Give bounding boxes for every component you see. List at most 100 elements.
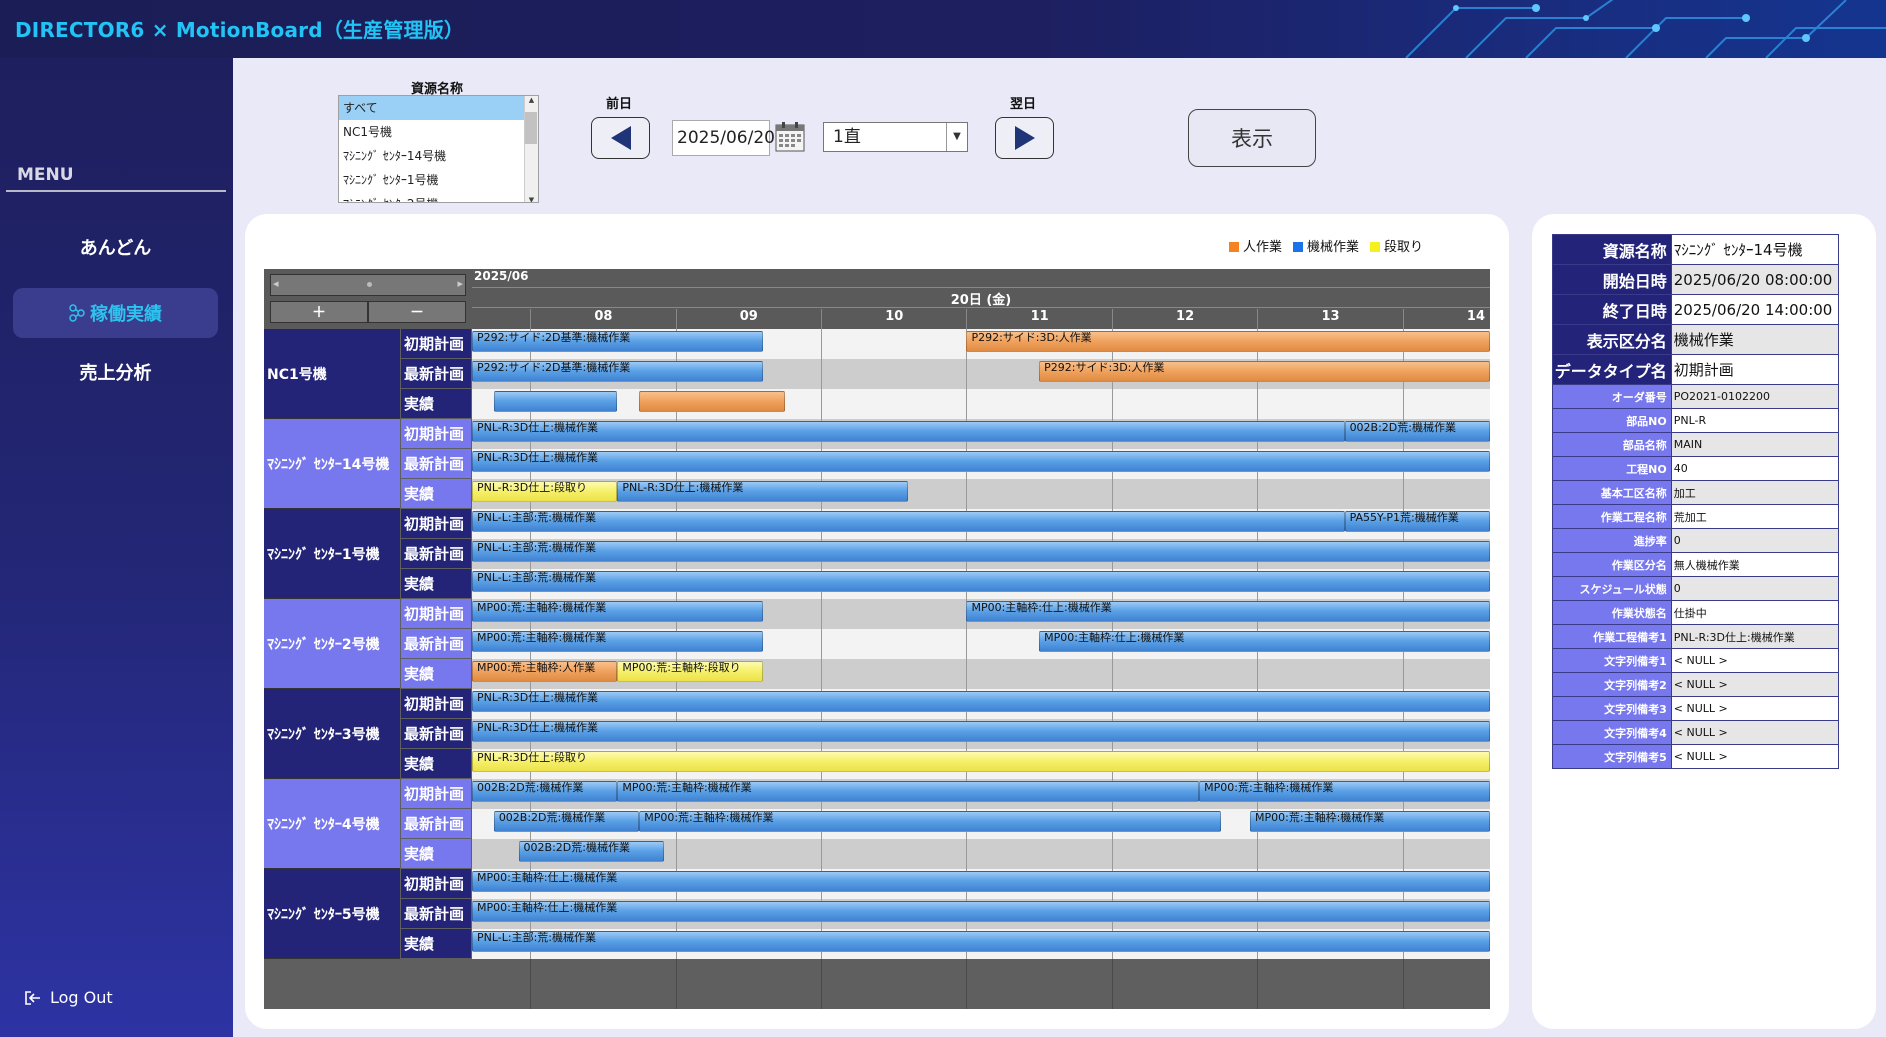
resource-option[interactable]: ﾏｼﾆﾝｸﾞ ｾﾝﾀｰ1号機 bbox=[339, 168, 538, 192]
hour-label: 09 bbox=[739, 309, 758, 324]
row-type-label: 実績 bbox=[401, 479, 471, 508]
detail-row: 開始日時 2025/06/20 08:00:00 bbox=[1552, 264, 1840, 295]
gantt-bar[interactable]: MP00:主軸枠:仕上:機械作業 bbox=[472, 871, 1490, 892]
next-day-button[interactable] bbox=[995, 117, 1054, 159]
gantt-bar[interactable]: MP00:荒:主軸枠:機械作業 bbox=[617, 781, 1200, 802]
detail-key: 部品名称 bbox=[1552, 432, 1672, 457]
gantt-bar[interactable]: 002B:2D荒:機械作業 bbox=[472, 781, 618, 802]
resource-listbox[interactable]: すべて NC1号機 ﾏｼﾆﾝｸﾞ ｾﾝﾀｰ14号機 ﾏｼﾆﾝｸﾞ ｾﾝﾀｰ1号機… bbox=[338, 95, 539, 203]
detail-key: 文字列備考1 bbox=[1552, 648, 1672, 673]
gantt-bar[interactable]: PNL-L:主部:荒:機械作業 bbox=[472, 541, 1490, 562]
detail-key: スケジュール状態 bbox=[1552, 576, 1672, 601]
gantt-bar[interactable]: P292:サイド:2D基準:機械作業 bbox=[472, 361, 763, 382]
detail-row: 基本工区名称 加工 bbox=[1552, 480, 1840, 505]
scroll-thumb[interactable] bbox=[367, 282, 372, 287]
hour-separator bbox=[821, 309, 823, 329]
sidebar-item-andon[interactable]: あんどん bbox=[13, 222, 218, 272]
detail-row: 工程NO 40 bbox=[1552, 456, 1840, 481]
resource-label[interactable]: ﾏｼﾆﾝｸﾞ ｾﾝﾀｰ4号機 bbox=[264, 779, 400, 869]
gantt-bar[interactable]: MP00:荒:主軸枠:人作業 bbox=[472, 661, 618, 682]
menu-divider bbox=[6, 190, 226, 192]
gantt-bar[interactable] bbox=[639, 391, 785, 412]
gantt-bar[interactable]: PNL-R:3D仕上:機械作業 bbox=[472, 691, 1490, 712]
listbox-scrollbar[interactable]: ▲ ▼ bbox=[524, 96, 538, 202]
detail-value: 0 bbox=[1670, 576, 1840, 601]
gantt-bar[interactable]: MP00:荒:主軸枠:機械作業 bbox=[1250, 811, 1490, 832]
scroll-down-icon[interactable]: ▼ bbox=[525, 196, 538, 202]
gantt-bar[interactable]: 002B:2D荒:機械作業 bbox=[493, 811, 640, 832]
hour-separator bbox=[675, 309, 677, 329]
gantt-bar[interactable]: PNL-L:主部:荒:機械作業 bbox=[472, 571, 1490, 592]
gantt-bar[interactable]: PNL-R:3D仕上:機械作業 bbox=[472, 721, 1490, 742]
sidebar-item-sales-analysis[interactable]: 売上分析 bbox=[13, 347, 218, 397]
gantt-bar[interactable]: MP00:荒:主軸枠:段取り bbox=[617, 661, 763, 682]
grid-line bbox=[821, 959, 823, 1009]
gantt-bar[interactable]: PNL-L:主部:荒:機械作業 bbox=[472, 931, 1490, 952]
legend-label: 段取り bbox=[1384, 240, 1424, 255]
gantt-bar[interactable]: MP00:主軸枠:仕上:機械作業 bbox=[472, 901, 1490, 922]
detail-key: 文字列備考4 bbox=[1552, 720, 1672, 745]
zoom-out-button[interactable]: － bbox=[368, 301, 466, 323]
gantt-bar[interactable]: PNL-R:3D仕上:機械作業 bbox=[472, 451, 1490, 472]
scroll-up-icon[interactable]: ▲ bbox=[525, 96, 538, 104]
gantt-bar[interactable]: P292:サイド:2D基準:機械作業 bbox=[472, 331, 763, 352]
gantt-bar[interactable]: MP00:荒:主軸枠:機械作業 bbox=[639, 811, 1221, 832]
scroll-left-icon[interactable]: ◂ bbox=[273, 277, 279, 290]
gantt-bar[interactable] bbox=[493, 391, 618, 412]
resource-option[interactable]: すべて bbox=[339, 96, 538, 120]
detail-table: 資源名称 ﾏｼﾆﾝｸﾞ ｾﾝﾀｰ14号機 開始日時 2025/06/20 08:00:… bbox=[1552, 234, 1840, 769]
resource-label[interactable]: ﾏｼﾆﾝｸﾞ ｾﾝﾀｰ2号機 bbox=[264, 599, 400, 689]
resource-label[interactable]: ﾏｼﾆﾝｸﾞ ｾﾝﾀｰ1号機 bbox=[264, 509, 400, 599]
prev-day-button[interactable] bbox=[591, 117, 650, 159]
resource-label[interactable]: ﾏｼﾆﾝｸﾞ ｾﾝﾀｰ5号機 bbox=[264, 869, 400, 959]
detail-key: 進捗率 bbox=[1552, 528, 1672, 553]
gantt-bar[interactable]: PNL-R:3D仕上:段取り bbox=[472, 481, 618, 502]
gantt-bar[interactable]: P292:サイド:3D:人作業 bbox=[966, 331, 1490, 352]
chevron-down-icon[interactable]: ▼ bbox=[946, 123, 967, 151]
resource-label[interactable]: ﾏｼﾆﾝｸﾞ ｾﾝﾀｰ3号機 bbox=[264, 689, 400, 779]
scroll-right-icon[interactable]: ▸ bbox=[457, 277, 463, 290]
gantt-bar[interactable]: 002B:2D荒:機械作業 bbox=[1344, 421, 1490, 442]
resource-label[interactable]: ﾏｼﾆﾝｸﾞ ｾﾝﾀｰ14号機 bbox=[264, 419, 400, 509]
gantt-bar[interactable]: MP00:荒:主軸枠:機械作業 bbox=[1199, 781, 1490, 802]
logout-button[interactable]: Log Out bbox=[24, 988, 113, 1007]
gantt-bar[interactable]: MP00:主軸枠:仕上:機械作業 bbox=[966, 601, 1490, 622]
resource-option[interactable]: NC1号機 bbox=[339, 120, 538, 144]
gantt-scroll-track[interactable]: ◂ ▸ bbox=[270, 274, 466, 296]
gantt-bar[interactable]: PNL-R:3D仕上:機械作業 bbox=[617, 481, 909, 502]
detail-key: 作業工程備考1 bbox=[1552, 624, 1672, 649]
gantt-bar[interactable]: 002B:2D荒:機械作業 bbox=[518, 841, 664, 862]
flow-icon bbox=[69, 304, 85, 322]
calendar-icon[interactable] bbox=[775, 121, 805, 152]
gantt-chart[interactable]: ◂ ▸ ＋ － 2025/06 20日 (金) 08 09 10 11 12 13 14 N… bbox=[264, 269, 1490, 1009]
gantt-bar[interactable]: MP00:荒:主軸枠:機械作業 bbox=[472, 631, 763, 652]
row-type-label: 初期計画 bbox=[401, 509, 471, 538]
scrollbar-thumb[interactable] bbox=[525, 112, 537, 144]
hour-label: 08 bbox=[594, 309, 613, 324]
gantt-bar[interactable]: PNL-R:3D仕上:機械作業 bbox=[472, 421, 1345, 442]
gantt-bar[interactable]: MP00:主軸枠:仕上:機械作業 bbox=[1039, 631, 1490, 652]
date-input[interactable]: 2025/06/20 bbox=[672, 120, 775, 156]
gantt-bar[interactable]: PNL-L:主部:荒:機械作業 bbox=[472, 511, 1345, 532]
gantt-bar[interactable]: PA55Y-P1荒:機械作業 bbox=[1344, 511, 1490, 532]
sidebar-item-label: あんどん bbox=[79, 238, 152, 259]
sidebar-item-operation-results[interactable]: 稼働実績 bbox=[13, 288, 218, 338]
app-title: DIRECTOR6 × MotionBoard（生産管理版） bbox=[15, 18, 465, 42]
next-day-label: 翌日 bbox=[1010, 97, 1037, 112]
resource-option[interactable]: ﾏｼﾆﾝｸﾞ ｾﾝﾀｰ14号機 bbox=[339, 144, 538, 168]
detail-row: 文字列備考3 < NULL > bbox=[1552, 696, 1840, 721]
gantt-bar[interactable]: MP00:荒:主軸枠:機械作業 bbox=[472, 601, 763, 622]
gantt-bar[interactable]: P292:サイド:3D:人作業 bbox=[1039, 361, 1490, 382]
gantt-month: 2025/06 bbox=[474, 269, 529, 283]
resource-label[interactable]: NC1号機 bbox=[264, 329, 400, 419]
show-button[interactable]: 表示 bbox=[1188, 109, 1316, 167]
header-rule bbox=[472, 307, 1490, 308]
grid-line bbox=[1111, 959, 1113, 1009]
shift-select[interactable]: 1直 ▼ bbox=[823, 122, 968, 152]
detail-key: 終了日時 bbox=[1552, 294, 1672, 325]
zoom-in-button[interactable]: ＋ bbox=[270, 301, 368, 323]
detail-row: 終了日時 2025/06/20 14:00:00 bbox=[1552, 294, 1840, 325]
gantt-bar[interactable]: PNL-R:3D仕上:段取り bbox=[472, 751, 1490, 772]
detail-row: 文字列備考4 < NULL > bbox=[1552, 720, 1840, 745]
resource-option[interactable]: ﾏｼﾆﾝｸﾞ ｾﾝﾀｰ2号機 bbox=[339, 192, 538, 202]
